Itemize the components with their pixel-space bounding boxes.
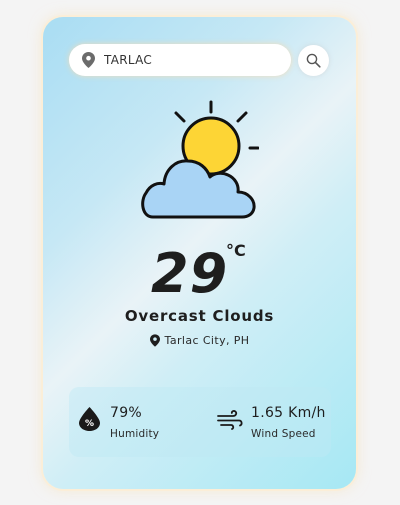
location-text: Tarlac City, PH <box>164 334 250 347</box>
search-bar[interactable] <box>69 44 291 76</box>
temperature-value: 29 <box>151 242 229 305</box>
weather-stats-panel: % 79% Humidity 1.65 Km/h Wind Speed <box>69 387 331 457</box>
wind-icon <box>217 410 243 434</box>
wind-speed-label: Wind Speed <box>251 428 316 440</box>
location-pin-icon <box>149 334 160 347</box>
humidity-stat: % 79% Humidity <box>69 387 199 457</box>
humidity-value: 79% <box>110 405 143 421</box>
weather-description: Overcast Clouds <box>124 307 275 325</box>
humidity-drop-icon: % <box>79 407 100 435</box>
search-input[interactable] <box>104 50 279 70</box>
wind-speed-value: 1.65 Km/h <box>251 405 326 421</box>
temperature-display: 29 °C <box>43 239 356 309</box>
location-label: Tarlac City, PH <box>43 334 356 347</box>
svg-text:%: % <box>85 419 94 429</box>
search-button[interactable] <box>298 45 329 76</box>
search-icon <box>306 53 321 68</box>
weather-card: 29 °C Overcast Clouds Tarlac City, PH % … <box>43 17 356 489</box>
humidity-label: Humidity <box>110 428 160 440</box>
location-pin-icon <box>82 52 95 68</box>
wind-stat: 1.65 Km/h Wind Speed <box>189 387 339 457</box>
sun-behind-cloud-icon <box>139 99 260 224</box>
temperature-unit: °C <box>226 241 246 260</box>
